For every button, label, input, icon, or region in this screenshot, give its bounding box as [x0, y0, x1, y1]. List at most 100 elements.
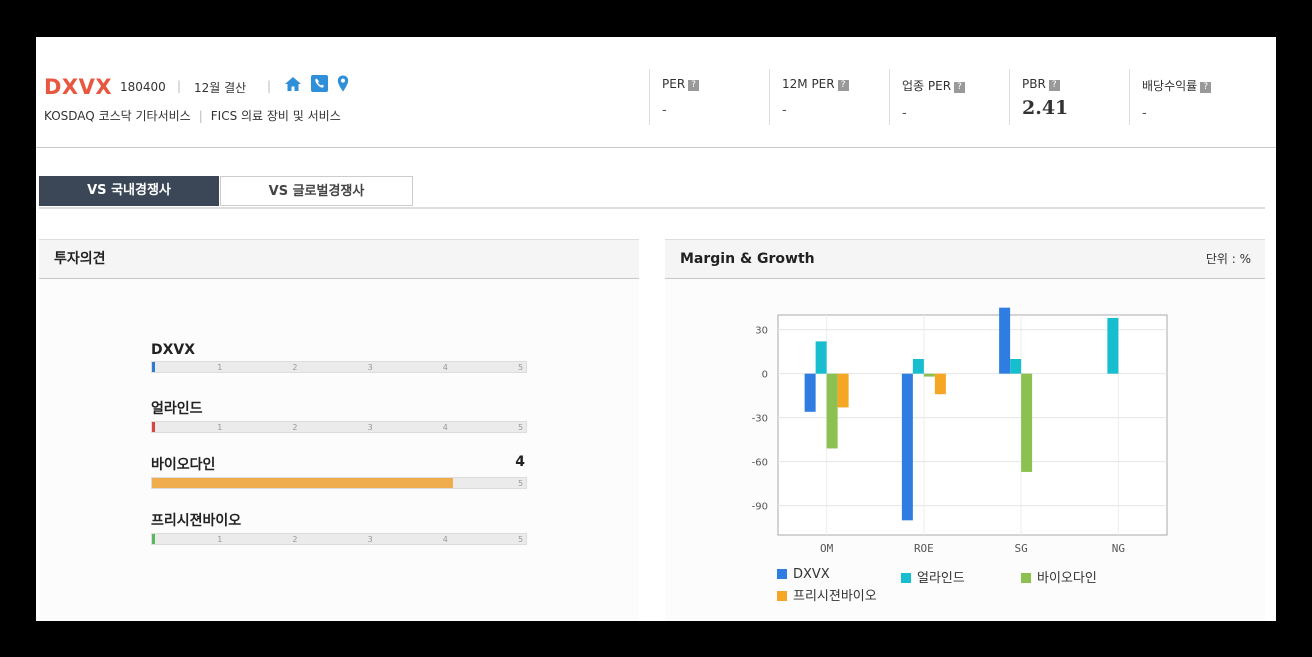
panel-title: 투자의견 — [39, 240, 639, 279]
metric-pbr: PBR? 2.41 — [1009, 69, 1128, 125]
divider: | — [267, 79, 272, 93]
opinion-fill — [152, 534, 155, 544]
company-name: 바이오다인 — [151, 457, 216, 473]
metric-label: 배당수익률 — [1142, 79, 1198, 93]
bar — [815, 341, 827, 374]
opinion-tick: 4 — [442, 363, 448, 372]
opinion-tick: 2 — [292, 535, 298, 544]
metric-label: PBR — [1022, 77, 1046, 91]
help-icon[interactable]: ? — [1200, 82, 1212, 93]
bar — [912, 359, 924, 374]
opinion-fill — [152, 362, 155, 372]
metric-per: PER? - — [649, 69, 768, 125]
bar — [804, 373, 816, 412]
opinion-track: 1 2 3 4 5 — [151, 533, 527, 545]
opinion-tick: 2 — [292, 423, 298, 432]
metric-industry-per: 업종 PER? - — [889, 69, 1008, 125]
panel-title-text: Margin & Growth — [680, 251, 815, 267]
location-pin-icon[interactable] — [337, 75, 349, 96]
opinion-tick: 2 — [292, 363, 298, 372]
bar — [1010, 359, 1022, 374]
bar — [999, 307, 1011, 374]
x-tick-label: OM — [820, 542, 834, 555]
bar — [826, 373, 838, 449]
legend-swatch — [777, 569, 787, 579]
margin-growth-chart: 30 0 -30 -60 -90 OM ROE SG NG — [752, 307, 1168, 555]
y-tick-label: 0 — [762, 370, 768, 381]
help-icon[interactable]: ? — [954, 82, 966, 93]
opinion-row: DXVX 1 2 3 4 5 — [151, 342, 527, 373]
bar — [1107, 317, 1119, 374]
unit-label: 단위 : % — [1205, 252, 1251, 266]
opinion-row: 프리시젼바이오 1 2 3 4 5 — [151, 510, 527, 545]
opinion-tick: 1 — [217, 363, 223, 372]
opinion-fill — [152, 422, 155, 432]
opinion-row: 얼라인드 1 2 3 4 5 — [151, 398, 527, 433]
legend-item: 얼라인드 — [901, 567, 965, 586]
help-icon[interactable]: ? — [1048, 80, 1060, 91]
legend-label: 바이오다인 — [1037, 571, 1097, 586]
tab-global-peers[interactable]: VS 글로벌경쟁사 — [220, 176, 413, 206]
opinion-track: 1 2 3 4 5 — [151, 421, 527, 433]
x-tick-label: SG — [1015, 542, 1028, 555]
bar — [923, 373, 935, 377]
opinion-tick: 5 — [518, 479, 524, 488]
help-icon[interactable]: ? — [837, 80, 849, 91]
company-name: 얼라인드 — [151, 401, 203, 417]
panel-title: Margin & Growth 단위 : % — [665, 240, 1265, 279]
bar — [901, 373, 913, 521]
company-header: DXVX 180400 | 12월 결산 | KOSDAQ 코스닥 기타서비스 |… — [36, 37, 1276, 148]
opinion-tick: 4 — [442, 535, 448, 544]
opinion-row: 바이오다인 4 5 — [151, 454, 527, 489]
opinion-tick: 4 — [442, 423, 448, 432]
legend-swatch — [1021, 573, 1031, 583]
bar — [837, 373, 849, 408]
metric-value: - — [662, 103, 667, 118]
metric-12m-per: 12M PER? - — [769, 69, 888, 125]
divider: | — [177, 79, 182, 93]
stock-code: 180400 — [120, 80, 166, 94]
margin-growth-panel: Margin & Growth 단위 : % 30 0 -30 -60 -90 OM ROE… — [665, 239, 1265, 621]
y-tick-label: 30 — [755, 326, 768, 337]
opinion-tick: 3 — [367, 363, 373, 372]
metric-value: 2.41 — [1022, 97, 1069, 119]
opinion-tick: 3 — [367, 423, 373, 432]
opinion-score: 4 — [515, 454, 525, 470]
opinion-fill — [152, 478, 453, 488]
tab-domestic-peers[interactable]: VS 국내경쟁사 — [39, 176, 219, 206]
opinion-tick: 5 — [518, 423, 524, 432]
y-tick-label: -60 — [752, 458, 768, 469]
home-icon[interactable] — [284, 76, 302, 96]
metric-value: - — [902, 106, 907, 121]
company-name: DXVX — [151, 342, 196, 358]
legend-swatch — [777, 591, 787, 601]
y-tick-label: -90 — [752, 502, 768, 513]
contact-icons — [284, 75, 353, 96]
opinion-tick: 5 — [518, 535, 524, 544]
sector-line: KOSDAQ 코스닥 기타서비스 | FICS 의료 장비 및 서비스 — [44, 107, 341, 124]
investment-opinion-panel: 투자의견 DXVX 1 2 3 4 5 얼라인드 1 2 3 4 5 바이오다인 4 5 프리시젼바이오 1 2 3… — [39, 239, 639, 621]
fiscal-period: 12월 결산 — [194, 81, 247, 95]
legend-item: 바이오다인 — [1021, 567, 1097, 586]
legend-label: 프리시젼바이오 — [793, 589, 877, 604]
metric-value: - — [782, 103, 787, 118]
opinion-track: 5 — [151, 477, 527, 489]
bar — [1021, 373, 1033, 472]
company-ticker: DXVX — [44, 75, 113, 99]
metric-label: 업종 PER — [902, 79, 952, 93]
opinion-tick: 1 — [217, 535, 223, 544]
x-tick-label: ROE — [914, 542, 934, 555]
divider: | — [198, 109, 203, 123]
legend-label: DXVX — [793, 567, 830, 582]
bar — [934, 373, 946, 395]
opinion-tick: 5 — [518, 363, 524, 372]
phone-icon[interactable] — [311, 75, 329, 96]
company-snapshot-page: DXVX 180400 | 12월 결산 | KOSDAQ 코스닥 기타서비스 |… — [36, 37, 1276, 621]
market-classification: KOSDAQ 코스닥 기타서비스 — [44, 109, 191, 123]
metric-label: PER — [662, 77, 686, 91]
help-icon[interactable]: ? — [688, 80, 700, 91]
legend-label: 얼라인드 — [917, 571, 965, 586]
metric-label: 12M PER — [782, 77, 835, 91]
legend-item: 프리시젼바이오 — [777, 585, 877, 604]
legend-item: DXVX — [777, 567, 830, 582]
